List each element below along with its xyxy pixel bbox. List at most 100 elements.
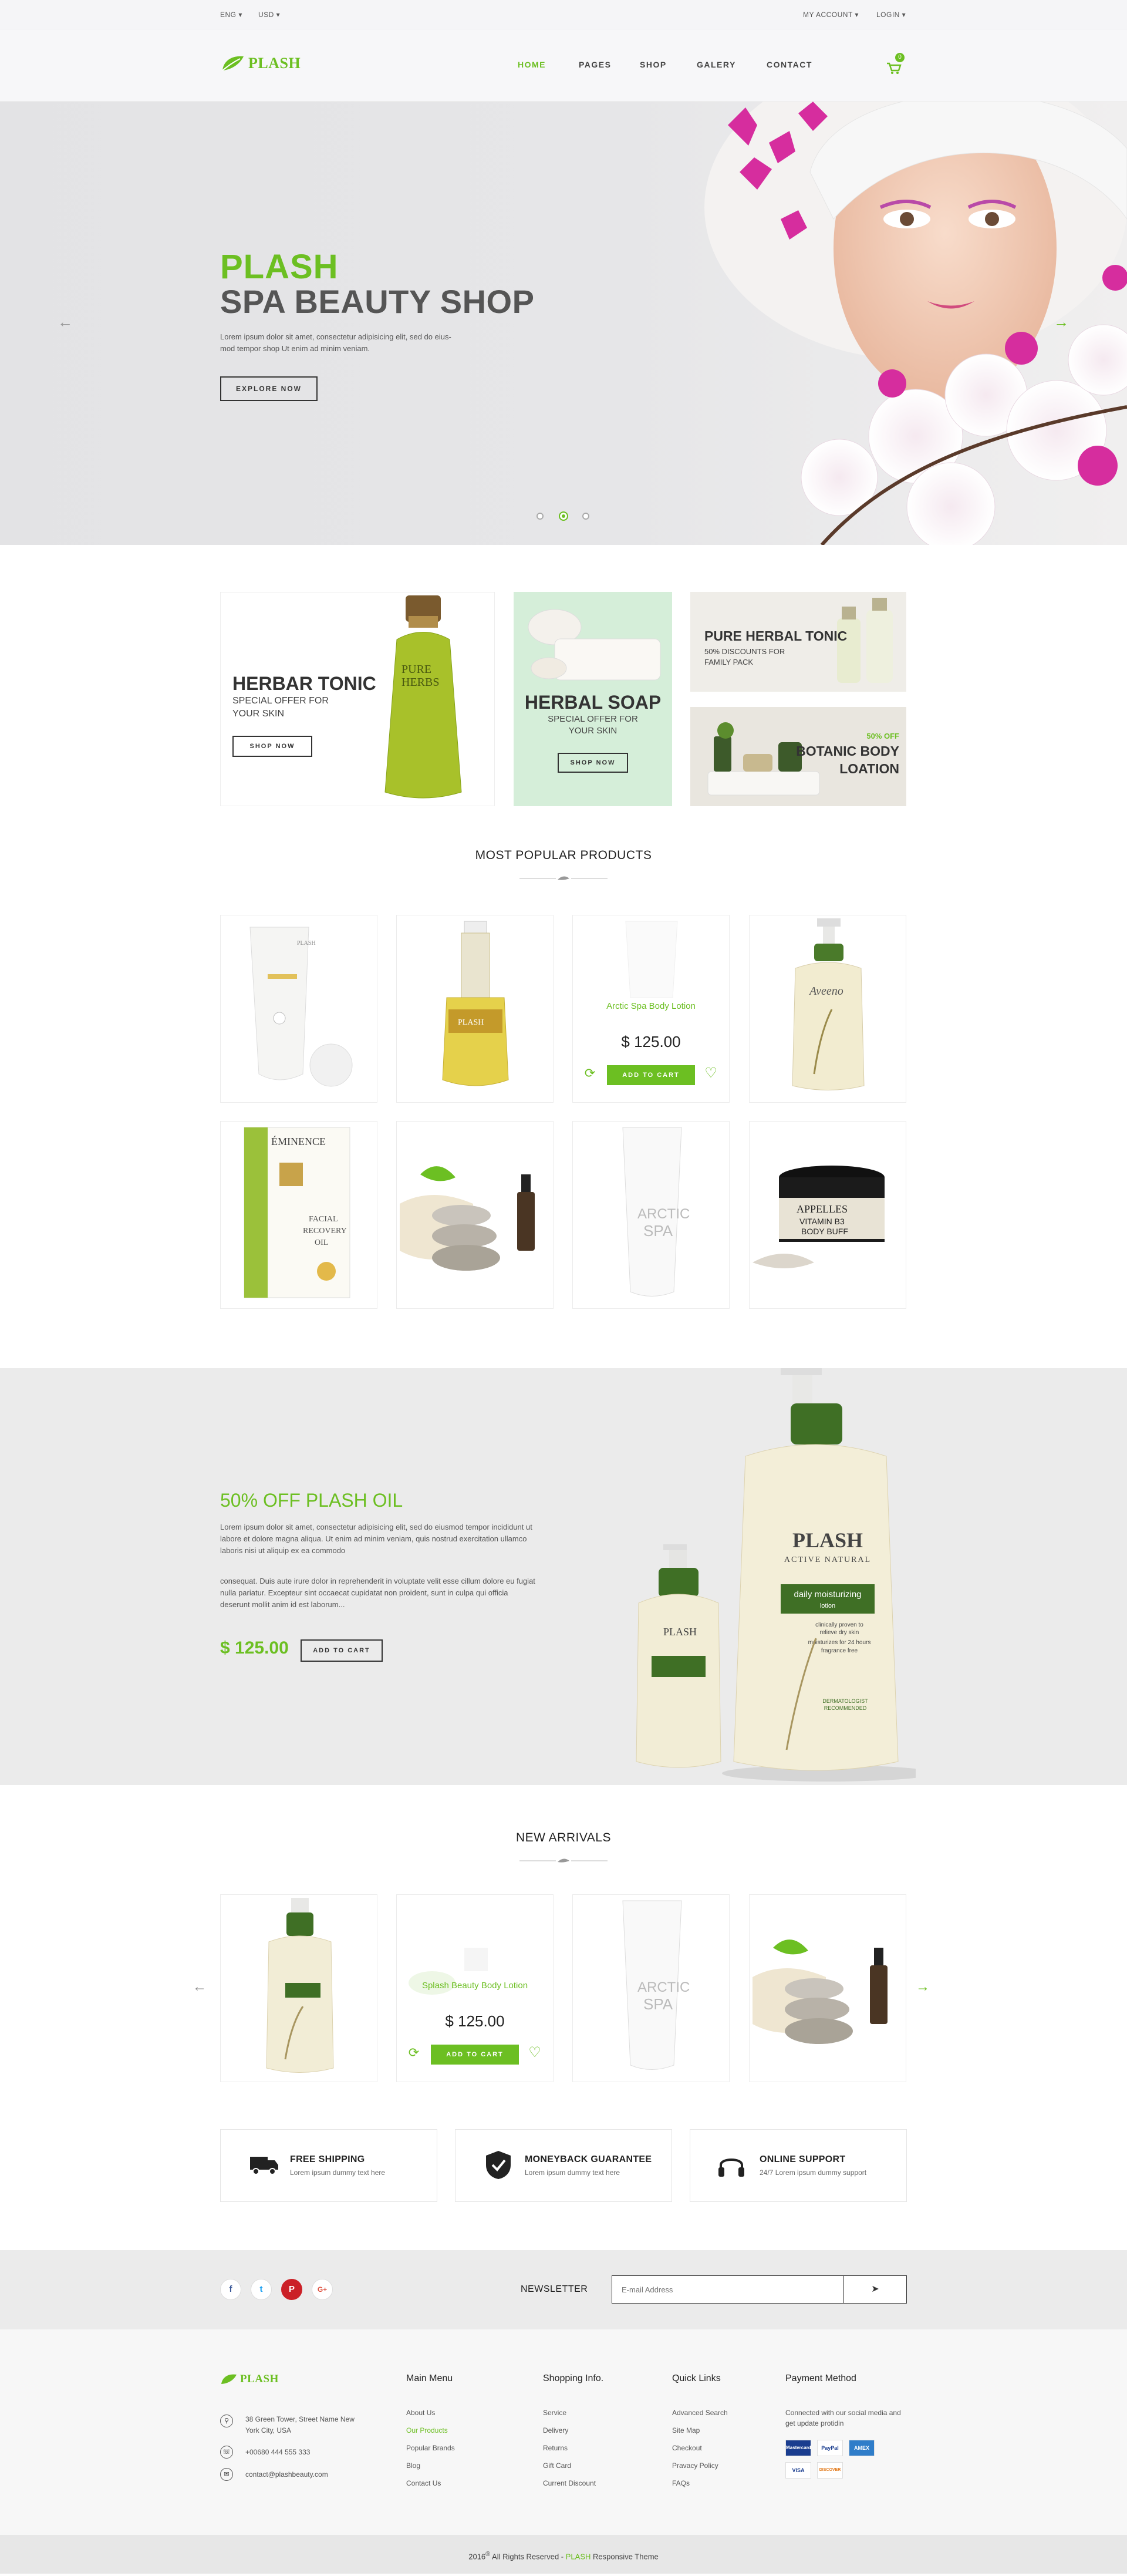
product-image-arctic: ARCTIC SPA [622, 1127, 690, 1297]
wishlist-heart-icon[interactable]: ♡ [527, 2044, 542, 2060]
eminence-line3: OIL [315, 1238, 328, 1247]
footer-email[interactable]: contact@plashbeauty.com [245, 2470, 328, 2479]
product-card-spa-stones[interactable] [396, 1121, 554, 1309]
product-hover-price: $ 125.00 [621, 1033, 681, 1050]
footer-link[interactable]: Popular Brands [406, 2444, 455, 2452]
google-plus-icon[interactable]: G+ [312, 2279, 333, 2300]
arrival-card-spa-stones[interactable] [749, 1894, 906, 2082]
compare-icon[interactable]: ⟳ [582, 1066, 598, 1081]
footer-link[interactable]: Gift Card [543, 2461, 571, 2470]
footer-link[interactable]: About Us [406, 2409, 435, 2417]
nav-galery[interactable]: GALERY [697, 60, 736, 69]
promo-tonic-shop-button[interactable]: SHOP NOW [232, 736, 312, 757]
feature-sub: Lorem ipsum dummy text here [525, 2168, 620, 2177]
compare-icon[interactable]: ⟳ [406, 2045, 421, 2060]
footer-link[interactable]: Delivery [543, 2426, 568, 2434]
footer-link[interactable]: Site Map [672, 2426, 700, 2434]
explore-now-button[interactable]: EXPLORE NOW [220, 376, 318, 401]
language-select[interactable]: ENG ▾ [220, 11, 242, 19]
arrival-hover-price: $ 125.00 [445, 2012, 505, 2030]
arrival-hover-name[interactable]: Splash Beauty Body Lotion [397, 1981, 553, 1991]
promo-soap-sub2: YOUR SKIN [568, 726, 618, 736]
product-image-appelles: APPELLES VITAMIN B3 BODY BUFF [753, 1166, 885, 1268]
footer-link[interactable]: Current Discount [543, 2479, 596, 2487]
newsletter-submit-button[interactable]: ➤ [843, 2275, 907, 2304]
pinterest-icon[interactable]: P [281, 2279, 302, 2300]
offer-p1-line2: labore et dolore magna aliqua. Ut enim a… [220, 1534, 527, 1543]
arrivals-next-arrow[interactable]: → [916, 1979, 930, 1995]
slider-dot-3[interactable] [582, 513, 589, 520]
arrival-card-arctic-spa[interactable]: ARCTIC SPA [572, 1894, 730, 2082]
promo-soap-shop-button[interactable]: SHOP NOW [558, 753, 628, 773]
copyright-brand[interactable]: PLASH [566, 2552, 591, 2561]
footer-link[interactable]: FAQs [672, 2479, 690, 2487]
product-card-serum[interactable]: PLASH [396, 915, 554, 1103]
footer-phone[interactable]: +00680 444 555 333 [245, 2448, 310, 2456]
hero-text-line2: mod tempor shop Ut enim ad minim veniam. [220, 344, 370, 353]
footer-logo-text: PLASH [240, 2373, 279, 2385]
nav-shop[interactable]: SHOP [640, 60, 667, 69]
leaf-divider-icon [519, 1858, 608, 1863]
footer-link[interactable]: Our Products [406, 2426, 448, 2434]
add-to-cart-button[interactable]: ADD TO CART [607, 1065, 695, 1085]
arrivals-prev-arrow[interactable]: ← [193, 1979, 207, 1995]
appelles-line1: VITAMIN B3 [799, 1217, 845, 1226]
footer-link[interactable]: Checkout [672, 2444, 702, 2452]
big-bottle-sub: ACTIVE NATURAL [784, 1555, 871, 1564]
login-link[interactable]: LOGIN ▾ [876, 11, 906, 19]
product-image-eminence: ÉMINENCE FACIAL RECOVERY OIL [244, 1127, 350, 1298]
nav-contact[interactable]: CONTACT [767, 60, 812, 69]
arrival-card-splash-lotion[interactable]: Splash Beauty Body Lotion $ 125.00 ⟳ ADD… [396, 1894, 554, 2082]
footer-address-1: 38 Green Tower, Street Name New [245, 2415, 355, 2423]
offer-add-to-cart-button[interactable]: ADD TO CART [301, 1639, 383, 1662]
footer-link[interactable]: Advanced Search [672, 2409, 728, 2417]
footer-logo[interactable]: PLASH [220, 2372, 279, 2386]
popular-section-title: MOST POPULAR PRODUCTS [475, 848, 652, 862]
feature-title: ONLINE SUPPORT [760, 2154, 846, 2164]
add-to-cart-button[interactable]: ADD TO CART [431, 2045, 519, 2065]
main-header: PLASH HOME PAGES SHOP GALERY CONTACT 0 [0, 29, 1127, 102]
product-card-arctic-spa-lotion[interactable]: Arctic Spa Body Lotion $ 125.00 ⟳ ADD TO… [572, 915, 730, 1103]
leaf-divider-icon [519, 876, 608, 880]
facebook-icon[interactable]: f [220, 2279, 241, 2300]
my-account-link[interactable]: MY ACCOUNT ▾ [803, 11, 859, 19]
currency-select[interactable]: USD ▾ [258, 11, 280, 19]
offer-p1-line1: Lorem ipsum dolor sit amet, consectetur … [220, 1523, 532, 1531]
product-card-facial-cream[interactable]: PLASH [220, 915, 377, 1103]
arrival-card-lotion[interactable] [220, 1894, 377, 2082]
arrival-arctic-line1: ARCTIC [637, 1979, 690, 1995]
arctic-line2: SPA [643, 1222, 673, 1240]
wishlist-heart-icon[interactable]: ♡ [703, 1065, 718, 1081]
hero-title: SPA BEAUTY SHOP [220, 283, 535, 320]
promo-pure-herbal-tonic[interactable]: PURE HERBAL TONIC 50% DISCOUNTS FOR FAMI… [690, 592, 906, 692]
product-card-aveeno[interactable]: Aveeno [749, 915, 906, 1103]
footer-link[interactable]: Blog [406, 2461, 420, 2470]
promo-herbar-tonic[interactable]: PURE HERBS HERBAR TONIC SPECIAL OFFER FO… [220, 592, 495, 806]
site-logo[interactable]: PLASH [220, 53, 301, 74]
nav-home[interactable]: HOME [518, 60, 546, 69]
cart-button[interactable]: 0 [883, 53, 905, 78]
footer-link[interactable]: Pravacy Policy [672, 2461, 718, 2470]
twitter-icon[interactable]: t [251, 2279, 272, 2300]
shield-check-icon [486, 2151, 511, 2179]
appelles-brand: APPELLES [797, 1203, 848, 1215]
feature-moneyback: MONEYBACK GUARANTEE Lorem ipsum dummy te… [455, 2129, 672, 2202]
hero-next-arrow[interactable]: → [1054, 313, 1069, 331]
promo-botanic-body-lotion[interactable]: 50% OFF BOTANIC BODY LOATION [690, 707, 906, 806]
product-card-arctic-spa[interactable]: ARCTIC SPA [572, 1121, 730, 1309]
product-card-eminence-oil[interactable]: ÉMINENCE FACIAL RECOVERY OIL [220, 1121, 377, 1309]
slider-dot-2[interactable] [559, 511, 568, 521]
slider-dot-1[interactable] [536, 513, 544, 520]
hero-prev-arrow[interactable]: ← [58, 313, 73, 331]
footer-link[interactable]: Service [543, 2409, 566, 2417]
arrival-arctic-line2: SPA [643, 1995, 673, 2013]
product-image-serum: PLASH [442, 921, 509, 1086]
nav-pages[interactable]: PAGES [579, 60, 611, 69]
product-card-appelles[interactable]: APPELLES VITAMIN B3 BODY BUFF [749, 1121, 906, 1309]
footer-link[interactable]: Returns [543, 2444, 568, 2452]
footer-link[interactable]: Contact Us [406, 2479, 441, 2487]
product-hover-name[interactable]: Arctic Spa Body Lotion [573, 1001, 729, 1011]
newsletter-email-input[interactable] [612, 2275, 844, 2304]
small-bottle-brand: PLASH [663, 1626, 697, 1638]
promo-herbal-soap[interactable]: HERBAL SOAP SPECIAL OFFER FOR YOUR SKIN … [514, 592, 672, 806]
